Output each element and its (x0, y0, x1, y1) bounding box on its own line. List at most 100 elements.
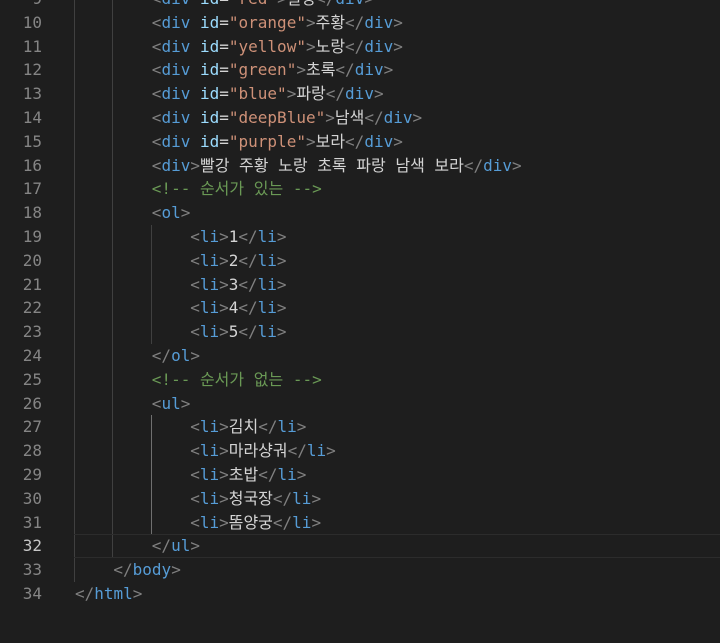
token-attr: id (199, 12, 220, 32)
code-line[interactable]: 9<div id="red">빨강</div> (0, 0, 720, 11)
token-brk: > (276, 298, 287, 318)
token-txt: 파랑 (296, 84, 326, 104)
code-text: <li>초밥</li> (190, 463, 306, 487)
token-txt: 보라 (315, 131, 346, 151)
code-line[interactable]: 25 <!-- 순서가 없는 --> (0, 367, 720, 392)
code-line[interactable]: 31 <li>똠양궁</li> (0, 510, 720, 535)
indent-guide (112, 320, 114, 344)
indent-guide (112, 462, 114, 487)
token-tag: div (364, 12, 394, 32)
token-brk: < (190, 488, 200, 508)
token-tag: li (199, 417, 220, 437)
line-number: 15 (22, 131, 42, 151)
indent-guide (112, 224, 114, 249)
indent-guide (74, 129, 75, 154)
code-line[interactable]: 27 <li>김치</li> (0, 415, 720, 440)
line-number: 14 (22, 107, 42, 127)
token-attr: id (200, 0, 219, 8)
token-tag: html (94, 583, 133, 603)
token-brk: > (219, 298, 229, 318)
code-line[interactable]: 21 <li>3</li> (0, 272, 720, 297)
code-text: <div id="purple">보라</div> (152, 130, 403, 154)
code-line[interactable]: 19 <li>1</li> (0, 224, 720, 249)
code-line[interactable]: 28 <li>마라샹궈</li> (0, 439, 720, 463)
token-brk: > (373, 84, 384, 104)
token-brk: </ (238, 226, 258, 246)
code-line[interactable]: 24 </ol> (0, 343, 720, 368)
token-tag: li (257, 250, 277, 270)
token-brk: > (296, 464, 307, 484)
code-line[interactable]: 29 <li>초밥</li> (0, 462, 720, 487)
indent-guide (112, 10, 114, 35)
token-brk: > (190, 345, 200, 365)
code-text: <!-- 순서가 없는 --> (152, 368, 322, 392)
line-number: 10 (22, 12, 42, 32)
line-number: 23 (22, 322, 42, 342)
code-line[interactable]: 26 <ul> (0, 391, 720, 416)
indent-guide (74, 486, 75, 511)
code-line[interactable]: 18 <ol> (0, 201, 720, 225)
token-txt: 빨강 주황 노랑 초록 파랑 남색 보라 (199, 155, 464, 175)
token-txt: 초밥 (228, 464, 259, 484)
token-txt: 주황 (315, 12, 346, 32)
token-tag: li (257, 298, 277, 318)
line-number: 18 (22, 203, 42, 223)
code-line[interactable]: 10 <div id="orange">주황</div> (0, 10, 720, 35)
token-brk: </ (345, 36, 365, 56)
token-brk: > (219, 274, 229, 294)
code-editor[interactable]: 9<div id="red">빨강</div>10<div id="orange… (0, 0, 720, 643)
indent-guide (112, 272, 114, 297)
code-line[interactable]: 15 <div id="purple">보라</div> (0, 129, 720, 154)
indent-guide (112, 367, 114, 392)
code-text: <ol> (152, 201, 191, 225)
code-line[interactable]: 30 <li>청국장</li> (0, 486, 720, 511)
code-line[interactable]: 33 </body> (0, 558, 720, 582)
token-tag: div (161, 12, 191, 32)
token-tag: div (161, 131, 191, 151)
indent-guide (74, 248, 75, 273)
indent-guide (112, 105, 114, 130)
code-line[interactable]: 14 <div id="deepBlue">남색</div> (0, 105, 720, 130)
token-txt: 4 (228, 298, 239, 318)
token-brk: > (219, 226, 229, 246)
indent-guide (112, 510, 114, 535)
token-tag: li (257, 226, 277, 246)
code-line[interactable]: 11 <div id="yellow">노랑</div> (0, 34, 720, 59)
code-line[interactable]: 12 <div id="green">초록</div> (0, 58, 720, 83)
token-brk: > (296, 60, 306, 80)
indent-guide (150, 439, 152, 463)
line-number: 17 (22, 179, 42, 199)
code-text: <div id="red">빨강</div> (152, 0, 374, 11)
indent-guide (112, 129, 114, 154)
code-line[interactable]: 32 </ul> (0, 534, 720, 559)
code-line[interactable]: 20 <li>2</li> (0, 248, 720, 273)
token-txt: 5 (228, 322, 239, 342)
token-brk: > (219, 464, 229, 484)
token-brk: > (311, 488, 322, 508)
token-brk: > (219, 250, 229, 270)
token-tag: li (199, 226, 220, 246)
code-line[interactable]: 13 <div id="blue">파랑</div> (0, 82, 720, 106)
token-brk: < (190, 298, 200, 318)
code-text: </ul> (152, 534, 200, 558)
token-brk: </ (287, 441, 307, 461)
indent-guide (150, 486, 152, 511)
code-line[interactable]: 17 <!-- 순서가 있는 --> (0, 177, 720, 202)
token-brk: > (296, 417, 307, 437)
token-tag: div (161, 84, 191, 104)
token-tag: li (257, 322, 277, 342)
code-line[interactable]: 23 <li>5</li> (0, 320, 720, 344)
token-brk: </ (258, 464, 278, 484)
code-line[interactable]: 16 <div>빨강 주황 노랑 초록 파랑 남색 보라</div> (0, 153, 720, 178)
code-line[interactable]: 34 </html> (0, 582, 720, 606)
token-brk: < (151, 60, 162, 80)
token-brk: </ (238, 274, 258, 294)
token-tag: li (199, 250, 220, 270)
indent-guide (112, 486, 114, 511)
token-brk: < (151, 107, 162, 127)
token-tag: li (199, 512, 220, 532)
token-brk: > (190, 536, 200, 556)
code-line[interactable]: 22 <li>4</li> (0, 296, 720, 321)
